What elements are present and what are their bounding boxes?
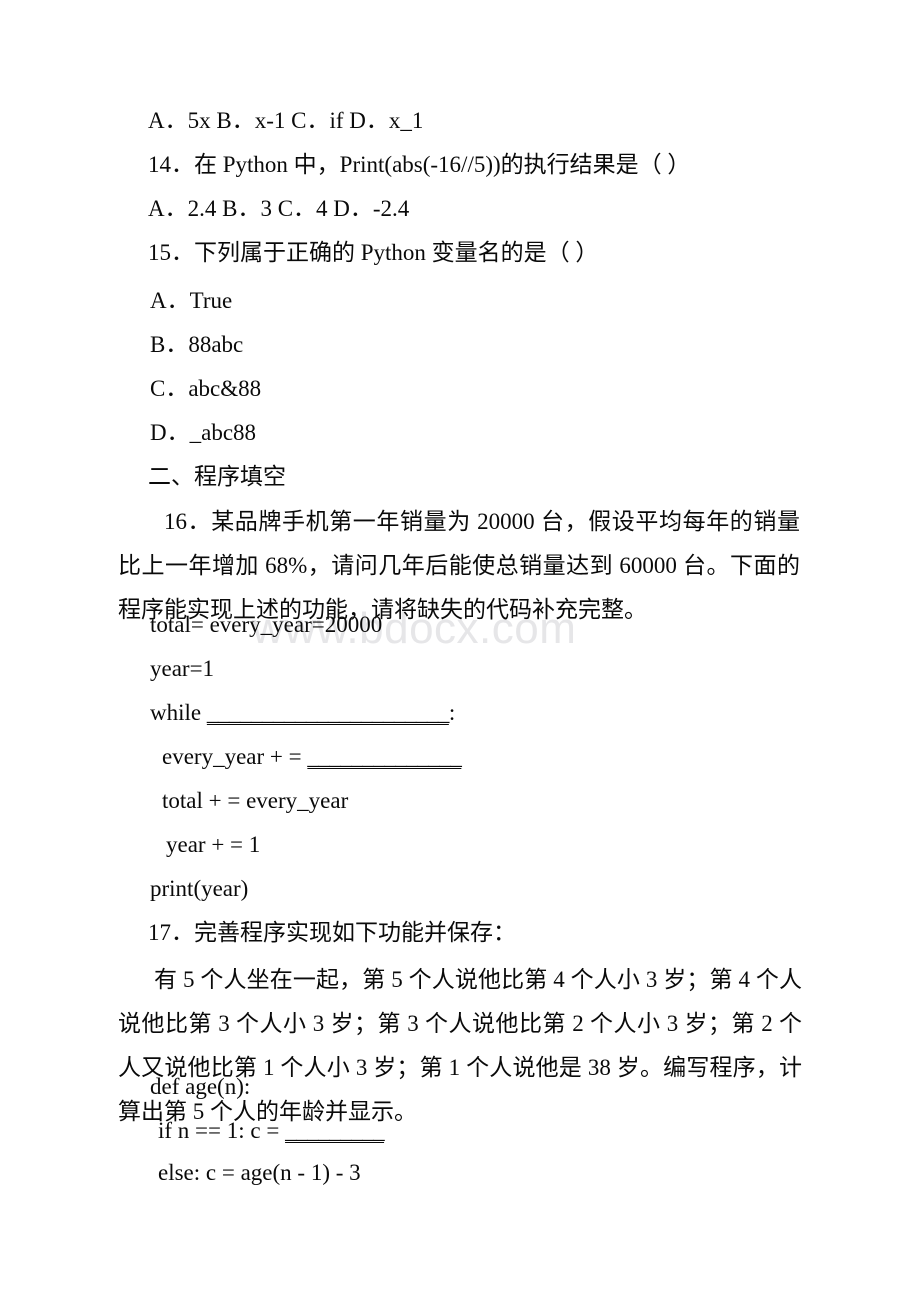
q14-number: 14． [148,152,194,177]
q16-code-line-7: print(year) [150,876,249,901]
q17-code-line-2: if n == 1: c = _________ [158,1118,385,1144]
q15-option-a: A．True [150,288,233,313]
section-heading: 二、程序填空 [148,464,286,489]
q16-code-line-2: year=1 [150,656,215,681]
q15-option-d: D．_abc88 [150,420,257,445]
q16-body: 某品牌手机第一年销量为 20000 台，假设平均每年的销量比上一年增加 68%，… [118,509,801,622]
q14-stem-text: 在 Python 中，Print(abs(-16//5))的执行结果是（ ） [194,152,691,177]
q16-code-line-4: every_year + = ______________ [162,744,462,770]
q14-options-line: A．2.4 B．3 C．4 D．-2.4 [148,196,410,221]
q16-code-line-3: while ______________________: [150,700,455,726]
q16-blank-1[interactable]: ______________________ [207,700,450,725]
q17-paragraph: 有 5 个人坐在一起，第 5 个人说他比第 4 个人小 3 岁；第 4 个人说他… [118,967,802,1124]
q16-every-year-stmt: every_year + = [162,744,308,769]
q16-blank-2[interactable]: ______________ [307,744,462,769]
q17-if-stmt: if n == 1: c = [158,1118,286,1143]
q16-while-keyword: while [150,700,207,725]
q15-number: 15． [148,240,194,265]
q16-while-colon: : [448,700,456,725]
q16-code-line-6: year + = 1 [166,832,261,857]
q14-stem: 14．在 Python 中，Print(abs(-16//5))的执行结果是（ … [148,152,690,178]
q15-stem: 15．下列属于正确的 Python 变量名的是（ ） [148,240,598,266]
q16-code-line-1: total= every_year=20000 [150,612,383,637]
q17-code-line-3: else: c = age(n - 1) - 3 [158,1160,361,1185]
q13-options-line: A．5x B．x-1 C．if D．x_1 [148,108,424,133]
q17-title: 17．完善程序实现如下功能并保存： [148,920,516,946]
q15-option-b: B．88abc [150,332,244,357]
q16-number: 16． [164,509,212,534]
q15-stem-text: 下列属于正确的 Python 变量名的是（ ） [194,240,599,265]
q15-option-c: C．abc&88 [150,376,262,401]
q17-title-text: 完善程序实现如下功能并保存： [194,920,516,945]
document-page: www.bdocx.com A．5x B．x-1 C．if D．x_1 14．在… [0,0,920,1302]
q17-number: 17． [148,920,194,945]
q17-blank-1[interactable]: _________ [285,1118,385,1143]
q16-code-line-5: total + = every_year [162,788,349,813]
q17-code-line-1: def age(n): [150,1074,251,1099]
